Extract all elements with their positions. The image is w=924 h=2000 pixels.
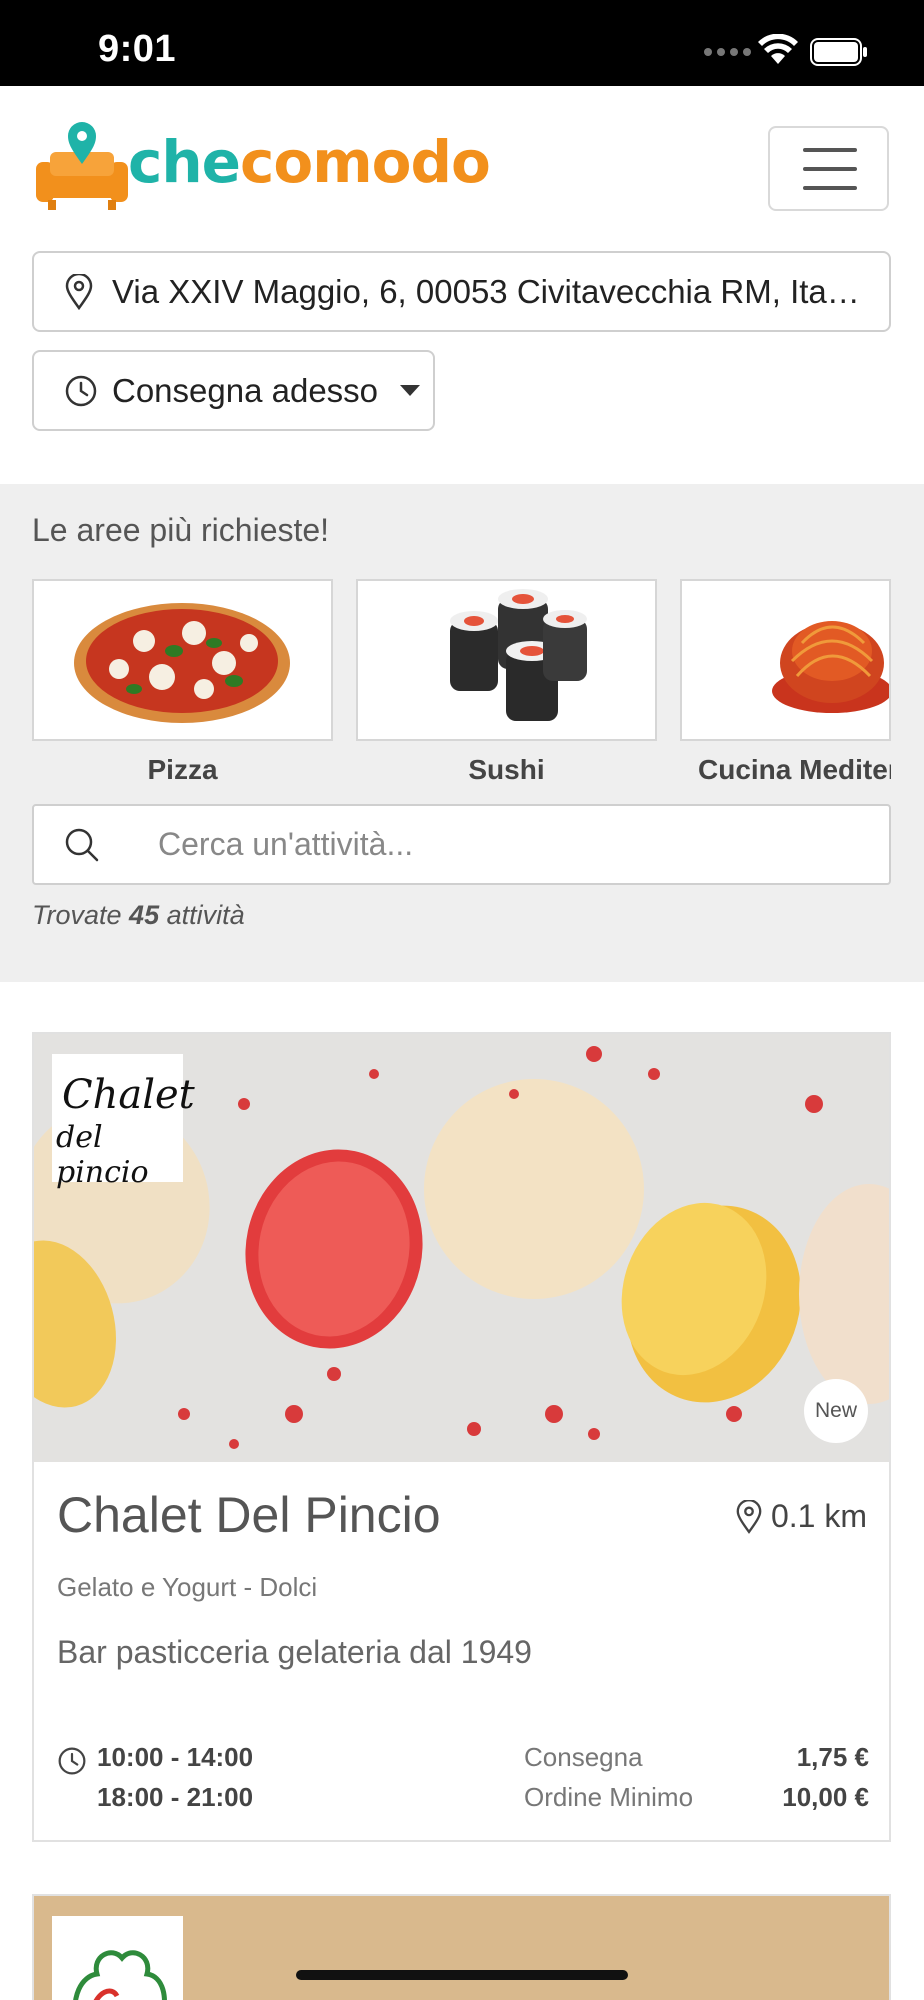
clock-icon xyxy=(58,1747,86,1775)
delivery-fee-value: 1,75 € xyxy=(796,1742,869,1772)
location-pin-icon xyxy=(65,273,93,310)
app-logo[interactable]: checomodo xyxy=(36,118,491,218)
search-field[interactable] xyxy=(32,804,891,885)
address-field[interactable]: Via XXIV Maggio, 6, 00053 Civitavecchia … xyxy=(32,251,891,332)
search-icon xyxy=(65,828,99,861)
category-label-sushi: Sushi xyxy=(468,754,545,785)
restaurant-logo: Chalet del pincio xyxy=(52,1054,195,1190)
restaurant-card[interactable]: Chalet del pincio New Chalet Del Pincio … xyxy=(32,1032,891,1842)
pasta-image xyxy=(772,621,889,713)
home-indicator[interactable] xyxy=(296,1970,628,1980)
status-bar: 9:01 xyxy=(0,0,924,86)
category-card-mediterranean[interactable] xyxy=(680,579,891,741)
restaurant-card[interactable] xyxy=(32,1894,891,2000)
category-label-mediterranean: Cucina Mediter xyxy=(698,754,891,785)
new-badge: New xyxy=(804,1379,868,1443)
chevron-down-icon xyxy=(400,385,421,396)
hours-slot: 10:00 - 14:00 xyxy=(97,1742,254,1772)
category-card-pizza[interactable] xyxy=(32,579,333,741)
category-label-pizza: Pizza xyxy=(147,754,218,785)
hours-slot: 18:00 - 21:00 xyxy=(97,1782,254,1812)
location-pin-icon xyxy=(736,1499,762,1534)
min-order-value: 10,00 € xyxy=(782,1782,869,1812)
delivery-time-label: Consegna adesso xyxy=(112,371,379,409)
areas-section: Le aree più richieste! Pizza Sushi Cucin… xyxy=(0,484,924,982)
clock-icon xyxy=(65,375,97,406)
battery-icon xyxy=(810,38,867,66)
restaurant-distance: 0.1 km xyxy=(735,1498,867,1535)
areas-title: Le aree più richieste! xyxy=(32,512,330,548)
restaurant-name: Chalet Del Pincio xyxy=(57,1487,441,1543)
wifi-icon xyxy=(758,34,798,64)
sofa-pin-icon xyxy=(36,122,128,210)
address-text: Via XXIV Maggio, 6, 00053 Civitavecchia … xyxy=(112,272,860,310)
results-count: Trovate 45 attività xyxy=(32,900,245,930)
pizza-image xyxy=(74,603,290,723)
sushi-image xyxy=(450,589,587,721)
delivery-fee-label: Consegna xyxy=(524,1742,643,1772)
cellular-signal-icon xyxy=(704,48,751,56)
status-time: 9:01 xyxy=(98,28,177,70)
restaurant-categories: Gelato e Yogurt - Dolci xyxy=(57,1572,318,1602)
min-order-label: Ordine Minimo xyxy=(524,1782,694,1812)
category-card-sushi[interactable] xyxy=(356,579,657,741)
delivery-time-select[interactable]: Consegna adesso xyxy=(32,350,435,431)
restaurant-hero-image: Chalet del pincio New xyxy=(34,1034,889,1462)
hamburger-menu-button[interactable] xyxy=(768,126,889,211)
logo-wordmark: checomodo xyxy=(128,128,491,196)
chef-hat-icon xyxy=(73,1950,167,2000)
restaurant-description: Bar pasticceria gelateria dal 1949 xyxy=(57,1634,532,1670)
restaurant-logo xyxy=(52,1916,183,2000)
search-input[interactable] xyxy=(158,826,838,863)
